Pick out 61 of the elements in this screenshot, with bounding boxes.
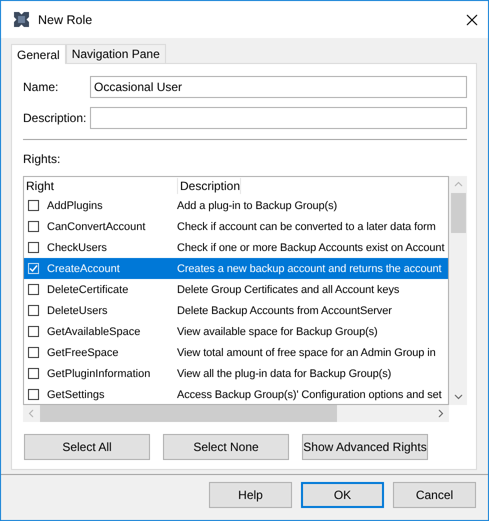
- scroll-thumb[interactable]: [450, 193, 466, 233]
- right-row[interactable]: GetFreeSpace View total amount of free space for an Admin Group in: [24, 342, 448, 363]
- window-title: New Role: [38, 12, 94, 26]
- description-field[interactable]: [90, 107, 467, 129]
- section-label: Rights:: [23, 152, 62, 166]
- checkbox[interactable]: [28, 326, 39, 337]
- right-name: CheckUsers: [47, 242, 108, 254]
- right-description: Delete Backup Accounts from AccountServer: [177, 304, 392, 316]
- list-button[interactable]: Show Advanced Rights: [302, 434, 428, 460]
- right-row[interactable]: GetSettings Access Backup Group(s)' Configuration options and set: [24, 384, 448, 404]
- field-label: Name:: [23, 80, 60, 94]
- dialog-button[interactable]: Cancel: [393, 482, 476, 508]
- checkbox[interactable]: [28, 305, 39, 316]
- right-description: Check if one or more Backup Accounts exist on Account: [177, 242, 444, 254]
- right-description: View all the plug-in data for Backup Group(s): [177, 368, 392, 380]
- right-row[interactable]: GetPluginInformation View all the plug-in data for Backup Group(s): [24, 363, 448, 384]
- tab[interactable]: Navigation Pane: [66, 44, 166, 63]
- checkbox[interactable]: [28, 221, 39, 232]
- right-description: View available space for Backup Group(s): [177, 326, 378, 338]
- dialog-button[interactable]: Help: [209, 482, 292, 508]
- horizontal-scrollbar[interactable]: [23, 405, 449, 422]
- checkbox[interactable]: [28, 242, 39, 253]
- right-row[interactable]: CreateAccount Creates a new backup account and returns the account: [24, 258, 448, 279]
- right-description: Access Backup Group(s)' Configuration options and set: [177, 388, 442, 400]
- field-label: Description:: [23, 111, 88, 125]
- right-row[interactable]: AddPlugins Add a plug-in to Backup Group(s): [24, 195, 448, 216]
- checkbox[interactable]: [28, 389, 39, 400]
- list-button[interactable]: Select None: [163, 434, 289, 460]
- dialog-button[interactable]: OK: [301, 482, 384, 508]
- right-name: DeleteCertificate: [47, 284, 130, 296]
- right-row[interactable]: DeleteCertificate Delete Group Certificates and all Account keys: [24, 279, 448, 300]
- right-description: Creates a new backup account and returns the account: [177, 262, 442, 274]
- right-name: GetPluginInformation: [47, 368, 152, 380]
- name-field[interactable]: Occasional User: [90, 76, 467, 98]
- right-name: CreateAccount: [47, 262, 121, 274]
- right-description: Add a plug-in to Backup Group(s): [177, 200, 338, 212]
- checkbox[interactable]: [28, 368, 39, 379]
- column-header[interactable]: Description: [178, 178, 242, 194]
- checkbox[interactable]: [28, 347, 39, 358]
- checkbox[interactable]: [28, 200, 39, 211]
- scroll-thumb[interactable]: [40, 405, 337, 422]
- right-name: GetFreeSpace: [47, 346, 120, 358]
- close-icon[interactable]: [466, 14, 478, 26]
- right-name: AddPlugins: [47, 200, 104, 212]
- vertical-scrollbar[interactable]: [449, 176, 467, 405]
- right-name: CanConvertAccount: [47, 220, 146, 232]
- right-description: View total amount of free space for an Admin Group in: [177, 346, 436, 358]
- column-header[interactable]: Right: [24, 178, 178, 194]
- right-row[interactable]: CanConvertAccount Check if account can be converted to a later data form: [24, 216, 448, 237]
- right-description: Check if account can be converted to a later data form: [177, 220, 436, 232]
- right-name: GetSettings: [47, 388, 106, 400]
- right-name: GetAvailableSpace: [47, 326, 142, 338]
- list-button[interactable]: Select All: [24, 434, 150, 460]
- right-description: Delete Group Certificates and all Account keys: [177, 284, 400, 296]
- checkbox[interactable]: [28, 284, 39, 295]
- app-logo-icon: [13, 11, 30, 28]
- right-name: DeleteUsers: [47, 304, 109, 316]
- tab[interactable]: General: [11, 44, 66, 64]
- right-row[interactable]: CheckUsers Check if one or more Backup Accounts exist on Account: [24, 237, 448, 258]
- right-row[interactable]: GetAvailableSpace View available space for Backup Group(s): [24, 321, 448, 342]
- right-row[interactable]: DeleteUsers Delete Backup Accounts from AccountServer: [24, 300, 448, 321]
